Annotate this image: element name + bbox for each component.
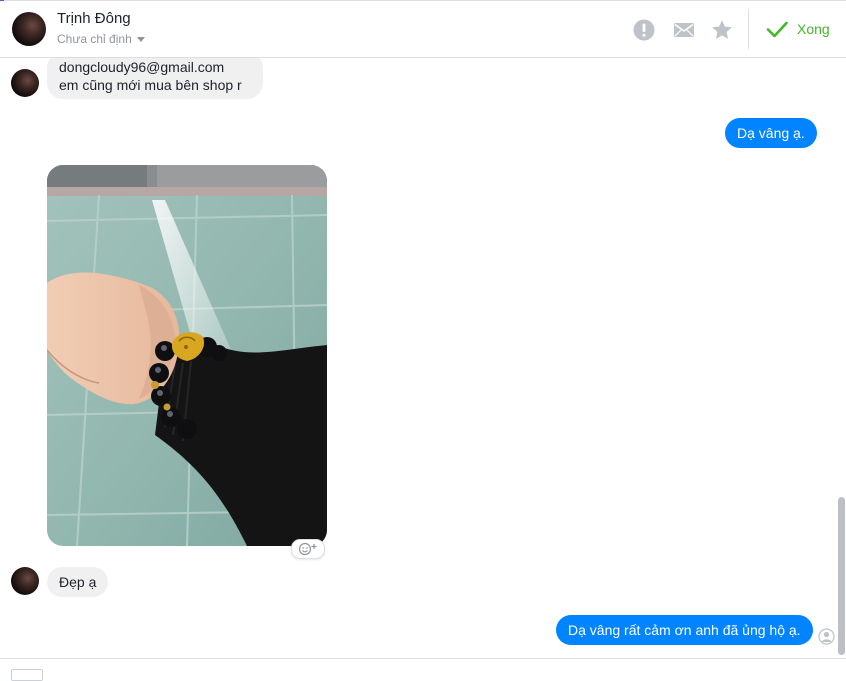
message-composer[interactable] xyxy=(0,658,846,681)
message-thread[interactable]: dongcloudy96@gmail.com em cũng mới mua b… xyxy=(0,58,846,658)
incoming-message[interactable]: Đẹp ạ xyxy=(47,567,109,597)
contact-avatar[interactable] xyxy=(12,12,46,46)
message-text-line: dongcloudy96@gmail.com xyxy=(59,59,225,75)
unread-envelope-icon[interactable] xyxy=(672,18,696,42)
conversation-header: Trịnh Đông Chưa chỉ định Xong xyxy=(0,1,846,58)
incoming-message[interactable]: dongcloudy96@gmail.com em cũng mới mua b… xyxy=(47,58,263,99)
message-text-line: em cũng mới mua bên shop r xyxy=(59,77,242,93)
spam-report-icon[interactable] xyxy=(632,18,656,42)
star-icon[interactable] xyxy=(710,18,734,42)
bracelet-photo xyxy=(47,165,327,546)
outgoing-message[interactable]: Dạ vâng rất cảm ơn anh đã ủng hộ ạ. xyxy=(556,615,813,645)
outgoing-message[interactable]: Dạ vâng ạ. xyxy=(725,118,817,148)
add-reaction-button[interactable] xyxy=(291,539,325,559)
sender-avatar[interactable] xyxy=(11,69,39,97)
seen-avatar-icon xyxy=(818,628,835,645)
sender-avatar[interactable] xyxy=(11,567,39,595)
thread-scrollbar[interactable] xyxy=(838,497,845,655)
done-button-label: Xong xyxy=(797,21,830,37)
assign-dropdown-label: Chưa chỉ định xyxy=(57,32,132,46)
done-button[interactable]: Xong xyxy=(765,17,830,41)
assign-dropdown[interactable]: Chưa chỉ định xyxy=(57,32,145,46)
checkmark-icon xyxy=(766,21,788,38)
photo-attachment[interactable] xyxy=(47,165,327,546)
header-divider xyxy=(748,9,749,49)
contact-name[interactable]: Trịnh Đông xyxy=(57,10,131,27)
composer-input[interactable] xyxy=(11,669,43,681)
smile-plus-icon xyxy=(298,542,317,556)
caret-down-icon xyxy=(136,37,145,42)
